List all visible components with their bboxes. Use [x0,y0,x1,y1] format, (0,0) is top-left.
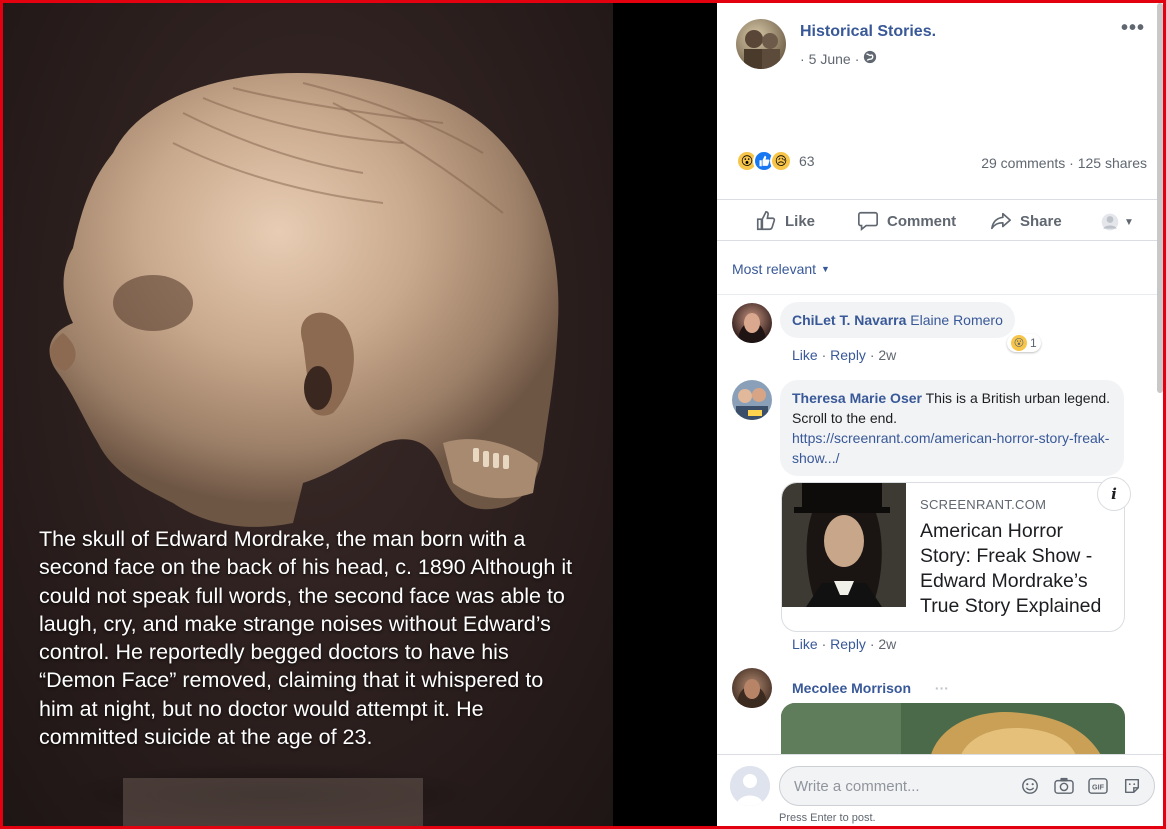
tagged-user-link[interactable]: Elaine Romero [910,312,1003,328]
caret-down-icon: ▼ [821,264,830,274]
divider [717,294,1163,295]
share-button[interactable]: Share [990,210,1062,232]
thumbs-up-icon [756,211,776,231]
globe-icon [863,50,877,67]
svg-text:GIF: GIF [1092,783,1105,792]
post-photo: The skull of Edward Mordrake, the man bo… [3,3,613,826]
comment-input[interactable]: Write a comment... GIF [779,766,1155,806]
post-date[interactable]: 5 June [809,51,851,67]
like-label: Like [785,212,816,230]
sad-reaction-icon: 😥 [770,150,792,172]
more-options-icon[interactable]: ••• [1121,17,1145,40]
wow-reaction-icon: 😮 [1011,335,1027,351]
info-icon[interactable]: i [1097,477,1131,511]
chevron-down-icon: ▼ [1124,216,1134,228]
emoji-icon[interactable] [1020,776,1040,796]
comments-count-link[interactable]: 29 comments [981,155,1065,171]
speech-bubble-icon [858,211,878,231]
current-user-avatar [730,766,770,806]
react-as-selector[interactable]: ▼ [1100,212,1134,232]
comment-author-link[interactable]: ChiLet T. Navarra [792,312,906,328]
comment-author-link[interactable]: Theresa Marie Oser [792,390,922,406]
composer-hint: Press Enter to post. [779,812,876,824]
comment-filter-dropdown[interactable]: Most relevant ▼ [732,261,830,277]
comment-composer: Write a comment... GIF Press Enter to po… [717,754,1163,826]
comment-header: Mecolee Morrison ··· [792,680,949,696]
comment-reply-link[interactable]: Reply [830,636,866,652]
comment-label: Comment [887,212,957,230]
comment-filter-label: Most relevant [732,261,817,277]
comment-media[interactable] [781,703,1125,755]
comments-shares-summary: 29 comments · 125 shares [981,155,1147,171]
reaction-count[interactable]: 63 [799,153,815,169]
post-meta: · 5 June · [800,50,877,67]
like-button[interactable]: Like [755,210,815,232]
meta-dot: · [854,50,860,67]
comment-bubble: Theresa Marie Oser This is a British urb… [780,380,1124,476]
link-thumbnail [782,483,906,607]
commenter-avatar[interactable] [732,303,772,343]
user-avatar-icon [1101,213,1119,231]
camera-icon[interactable] [1054,776,1074,796]
comment-author-link[interactable]: Mecolee Morrison [792,680,911,696]
comment-like-link[interactable]: Like [792,636,818,652]
comment-input-placeholder: Write a comment... [794,778,920,795]
comment-actions: Like · Reply · 2w [792,347,897,363]
link-domain: SCREENRANT.COM [920,497,1047,512]
photo-caption: The skull of Edward Mordrake, the man bo… [39,527,573,750]
link-title[interactable]: American Horror Story: Freak Show - Edwa… [920,519,1116,619]
post-action-bar: Like Comment Share ▼ [717,199,1163,241]
page-avatar[interactable] [736,19,786,69]
page-name-link[interactable]: Historical Stories. [800,23,936,41]
comment-reply-link[interactable]: Reply [830,347,866,363]
share-arrow-icon [991,212,1011,230]
comment-more-icon[interactable]: ··· [935,680,949,696]
commenter-avatar[interactable] [732,668,772,708]
link-preview-card[interactable]: SCREENRANT.COM American Horror Story: Fr… [781,482,1125,632]
comment-bubble: ChiLet T. Navarra Elaine Romero [780,302,1015,338]
reaction-summary[interactable]: 😮 😥 63 [736,150,815,172]
comment-time[interactable]: 2w [878,347,896,363]
panel-scrollbar[interactable] [1157,3,1163,393]
meta-dot: · [1069,155,1074,171]
sticker-icon[interactable] [1122,776,1142,796]
post-panel: Historical Stories. · 5 June · ••• 😮 😥 6… [717,3,1163,826]
comment-time[interactable]: 2w [878,636,896,652]
commenter-avatar[interactable] [732,380,772,420]
comment-button[interactable]: Comment [857,210,956,232]
gif-icon[interactable]: GIF [1088,776,1108,796]
comment-reaction-count: 1 [1030,336,1037,350]
photo-viewer[interactable]: The skull of Edward Mordrake, the man bo… [3,3,717,826]
meta-dot: · [800,50,805,67]
comment-like-link[interactable]: Like [792,347,818,363]
comment-actions: Like · Reply · 2w [792,636,897,652]
comment-url-link[interactable]: https://screenrant.com/american-horror-s… [792,430,1109,466]
share-label: Share [1020,212,1062,230]
shares-count-link[interactable]: 125 shares [1078,155,1147,171]
composer-tools: GIF [1020,776,1142,796]
comment-reaction-badge[interactable]: 😮 1 [1007,334,1041,352]
